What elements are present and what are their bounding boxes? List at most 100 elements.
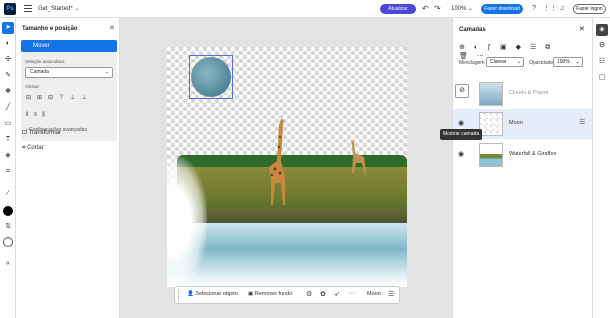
layer-properties-icon[interactable]: ☰	[579, 118, 585, 126]
chevron-down-icon: ⌄	[74, 6, 80, 12]
document-canvas[interactable]	[167, 47, 407, 287]
opacity-value: 100%	[557, 59, 570, 65]
text-tool-icon[interactable]: T	[2, 134, 14, 146]
giraffe-small-image	[351, 141, 366, 173]
panels-strip: ◈ ⚙ ☷ ▢	[592, 18, 610, 318]
context-toolbar: 👤 Selecionar objeto ▣ Remover fundo ⚙ ✿ …	[174, 286, 400, 304]
layer-name: Moon	[509, 120, 523, 126]
layers-panel: Camadas ✕ ⊕◐ƒ▣◆☰⧉🗑⋯ Mesclagem Clarear ⌄ …	[452, 18, 593, 318]
move-button-label: Mover	[33, 43, 50, 49]
zoom-value: 100%	[451, 6, 467, 12]
brush-tool-icon[interactable]: ╱	[2, 102, 14, 114]
adjustments-panel-icon[interactable]: ⚙	[596, 40, 608, 52]
properties-panel: Tamanho e posição ✕ Mover Seleção automá…	[16, 18, 120, 318]
hamburger-menu-icon[interactable]	[24, 5, 32, 13]
person-icon: 👤	[187, 291, 194, 297]
transform-item[interactable]: ⊡ Transformar	[22, 129, 61, 136]
effects-icon[interactable]: ✿	[320, 290, 326, 298]
blend-mode-value: Clarear	[490, 59, 507, 65]
remove-background-button[interactable]: ▣ Remover fundo	[248, 291, 292, 297]
eye-icon[interactable]: ◉	[458, 150, 464, 158]
undo-icon[interactable]: ↶	[422, 4, 429, 13]
panel-title: Tamanho e posição	[22, 26, 78, 32]
chevron-down-icon: ⌄	[468, 6, 474, 12]
paint-bucket-icon[interactable]: ◈	[2, 150, 14, 162]
align-label: Alinhar	[25, 84, 40, 89]
shape-tool-icon[interactable]: ▭	[2, 118, 14, 130]
document-title[interactable]: Get_Started* ⌄	[38, 5, 79, 12]
blend-mode-dropdown[interactable]: Clarear ⌄	[486, 57, 524, 67]
image-icon: ▣	[248, 291, 254, 297]
login-button[interactable]: Fazer logon	[573, 4, 606, 14]
blend-mode-label: Mesclagem	[459, 60, 485, 66]
healing-tool-icon[interactable]: ✎	[2, 70, 14, 82]
crop-icon: ⌗	[22, 145, 26, 151]
layers-panel-title: Camadas	[459, 27, 486, 33]
drag-handle[interactable]	[178, 290, 180, 301]
help-icon[interactable]: ?	[529, 4, 539, 14]
opacity-label: Opacidade	[529, 60, 554, 66]
swap-colors-icon[interactable]: ⇅	[2, 221, 14, 233]
transform-icon: ⊡	[22, 130, 28, 136]
close-icon[interactable]: ✕	[109, 24, 115, 32]
align-buttons-row-1[interactable]: ⊟⊞⊟⊤⊥⊥	[26, 94, 93, 101]
eye-icon[interactable]: ◉	[458, 119, 464, 127]
select-object-button[interactable]: 👤 Selecionar objeto	[187, 291, 238, 297]
tools-bar: ➤ ◐ ✣ ✎ ❖ ╱ ▭ T ◈ ⌗ ⁄ ⇅ «	[0, 18, 16, 318]
layer-name: Waterfall & Giraffes	[509, 151, 557, 157]
select-tool-icon[interactable]: ◐	[2, 38, 14, 50]
foreground-color-swatch[interactable]	[3, 206, 13, 216]
layer-row[interactable]: ◉ Waterfall & Giraffes	[453, 140, 593, 170]
close-icon[interactable]: ✕	[579, 25, 585, 33]
layer-thumbnail	[479, 112, 503, 136]
remove-background-label: Remover fundo	[254, 291, 293, 297]
eye-hidden-icon[interactable]: ⊘	[455, 84, 469, 98]
update-button[interactable]: Atualizar	[380, 4, 416, 14]
notifications-bell-icon[interactable]: ♫	[557, 4, 567, 14]
background-color-swatch[interactable]	[3, 237, 13, 247]
apps-grid-icon[interactable]: ⋮⋮	[543, 4, 557, 14]
chevron-down-icon: ⌄	[104, 69, 109, 75]
transform-label: Transformar	[28, 130, 62, 136]
selection-box[interactable]	[189, 55, 233, 99]
layer-thumbnail	[479, 143, 503, 167]
history-panel-icon[interactable]: ☷	[596, 56, 608, 68]
adjustments-icon[interactable]: ⚙	[306, 290, 312, 298]
document-title-text: Get_Started*	[38, 6, 73, 12]
quick-action-icon[interactable]: ➶	[334, 290, 340, 298]
move-section	[21, 40, 117, 141]
more-options-icon[interactable]: ···	[348, 290, 355, 297]
mist-cloud	[167, 157, 207, 287]
giraffe-large-image	[269, 119, 285, 205]
comments-panel-icon[interactable]: ▢	[596, 72, 608, 84]
chevron-down-icon: ⌄	[516, 59, 521, 65]
photoshop-logo-icon: Ps	[4, 3, 16, 15]
auto-select-dropdown[interactable]: Camada ⌄	[25, 67, 113, 78]
select-object-label: Selecionar objeto	[195, 291, 238, 297]
layer-name: Clouds & Planet	[509, 90, 549, 96]
layer-name-label: Moon	[367, 291, 381, 297]
savanna-field	[177, 167, 407, 215]
collapse-panel-icon[interactable]: «	[2, 258, 14, 270]
move-button[interactable]: Mover	[21, 40, 117, 52]
download-button[interactable]: Fazer download	[481, 4, 523, 14]
move-tool-icon[interactable]: ➤	[2, 22, 14, 34]
tooltip: Mostrar camada	[440, 129, 482, 140]
crop-tool-icon[interactable]: ⌗	[2, 166, 14, 178]
crop-item[interactable]: ⌗ Cortar	[22, 145, 44, 152]
redo-icon[interactable]: ↷	[434, 4, 441, 13]
lasso-tool-icon[interactable]: ✣	[2, 54, 14, 66]
eyedropper-tool-icon[interactable]: ⁄	[2, 188, 14, 200]
eraser-tool-icon[interactable]: ❖	[2, 86, 14, 98]
settings-sliders-icon[interactable]: ☰	[388, 290, 394, 298]
auto-select-label: Seleção automática	[25, 59, 65, 64]
zoom-dropdown[interactable]: 100% ⌄	[451, 5, 473, 12]
align-buttons-row-2[interactable]: ‖≡⫼	[26, 112, 50, 119]
layer-row[interactable]: Clouds & Planet	[453, 79, 593, 109]
auto-select-value: Camada	[30, 69, 49, 75]
opacity-dropdown[interactable]: 100% ⌄	[553, 57, 583, 67]
layers-panel-icon[interactable]: ◈	[596, 24, 608, 36]
top-bar: Ps Get_Started* ⌄ Atualizar ↶ ↷ 100% ⌄ F…	[0, 0, 610, 18]
layer-thumbnail	[479, 82, 503, 106]
chevron-down-icon: ⌄	[575, 59, 580, 65]
